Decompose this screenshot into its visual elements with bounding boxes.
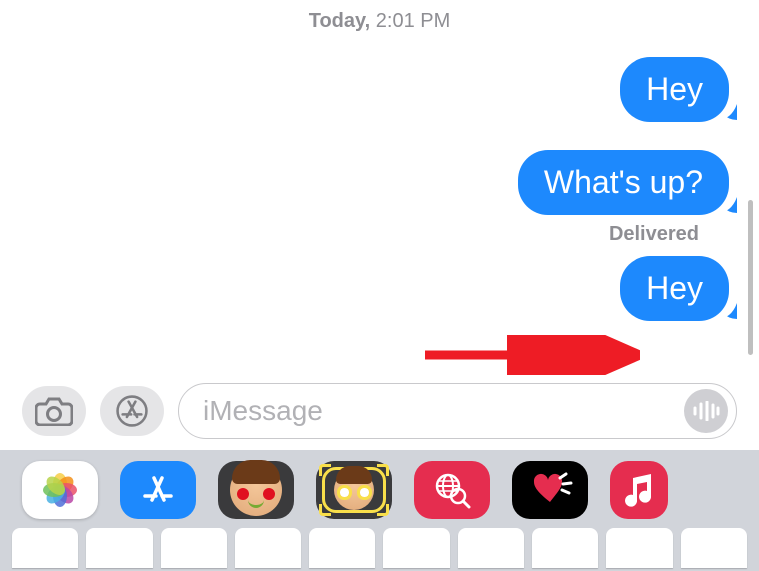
- keyboard-key[interactable]: [383, 528, 449, 568]
- waveform-icon: [692, 401, 720, 421]
- message-text: What's up?: [544, 164, 703, 200]
- sent-message-bubble[interactable]: What's up?: [518, 150, 729, 215]
- keyboard-key[interactable]: [458, 528, 524, 568]
- imessage-app-strip[interactable]: [0, 450, 759, 528]
- message-list[interactable]: Hey What's up? Delivered Hey: [0, 37, 759, 321]
- keyboard-key[interactable]: [681, 528, 747, 568]
- timestamp-time: 2:01 PM: [376, 10, 450, 32]
- keyboard-key[interactable]: [606, 528, 672, 568]
- music-note-icon: [621, 470, 657, 510]
- memoji-icon: [230, 464, 282, 516]
- globe-search-icon: [430, 468, 474, 512]
- sent-message-bubble[interactable]: Hey: [620, 256, 729, 321]
- timestamp-day: Today,: [309, 10, 370, 32]
- app-store[interactable]: [120, 461, 196, 519]
- heart-fingers-icon: [526, 470, 574, 510]
- app-store-icon: [138, 470, 178, 510]
- camera-icon: [35, 396, 73, 426]
- input-bar: iMessage: [0, 383, 759, 439]
- keyboard-key[interactable]: [309, 528, 375, 568]
- memoji-icon: [334, 470, 374, 510]
- keyboard-key[interactable]: [532, 528, 598, 568]
- timestamp: Today, 2:01 PM: [0, 0, 759, 37]
- keyboard-key[interactable]: [12, 528, 78, 568]
- app-store-icon: [115, 394, 149, 428]
- app-memoji-hearts[interactable]: [218, 461, 294, 519]
- scrollbar[interactable]: [748, 200, 753, 355]
- keyboard-area: [0, 450, 759, 571]
- annotation-arrow: [420, 335, 640, 375]
- app-memoji-stickers[interactable]: [316, 461, 392, 519]
- app-find-images[interactable]: [414, 461, 490, 519]
- keyboard-row[interactable]: [0, 528, 759, 568]
- app-music[interactable]: [610, 461, 668, 519]
- photos-icon: [39, 469, 81, 511]
- delivery-status: Delivered: [30, 223, 729, 246]
- message-text: Hey: [646, 71, 703, 107]
- message-input-placeholder: iMessage: [203, 395, 323, 427]
- voice-message-button[interactable]: [684, 389, 728, 433]
- keyboard-key[interactable]: [161, 528, 227, 568]
- message-text: Hey: [646, 270, 703, 306]
- app-photos[interactable]: [22, 461, 98, 519]
- app-digital-touch[interactable]: [512, 461, 588, 519]
- app-drawer-button[interactable]: [100, 386, 164, 436]
- camera-button[interactable]: [22, 386, 86, 436]
- keyboard-key[interactable]: [235, 528, 301, 568]
- sent-message-bubble[interactable]: Hey: [620, 57, 729, 122]
- message-input[interactable]: iMessage: [178, 383, 737, 439]
- keyboard-key[interactable]: [86, 528, 152, 568]
